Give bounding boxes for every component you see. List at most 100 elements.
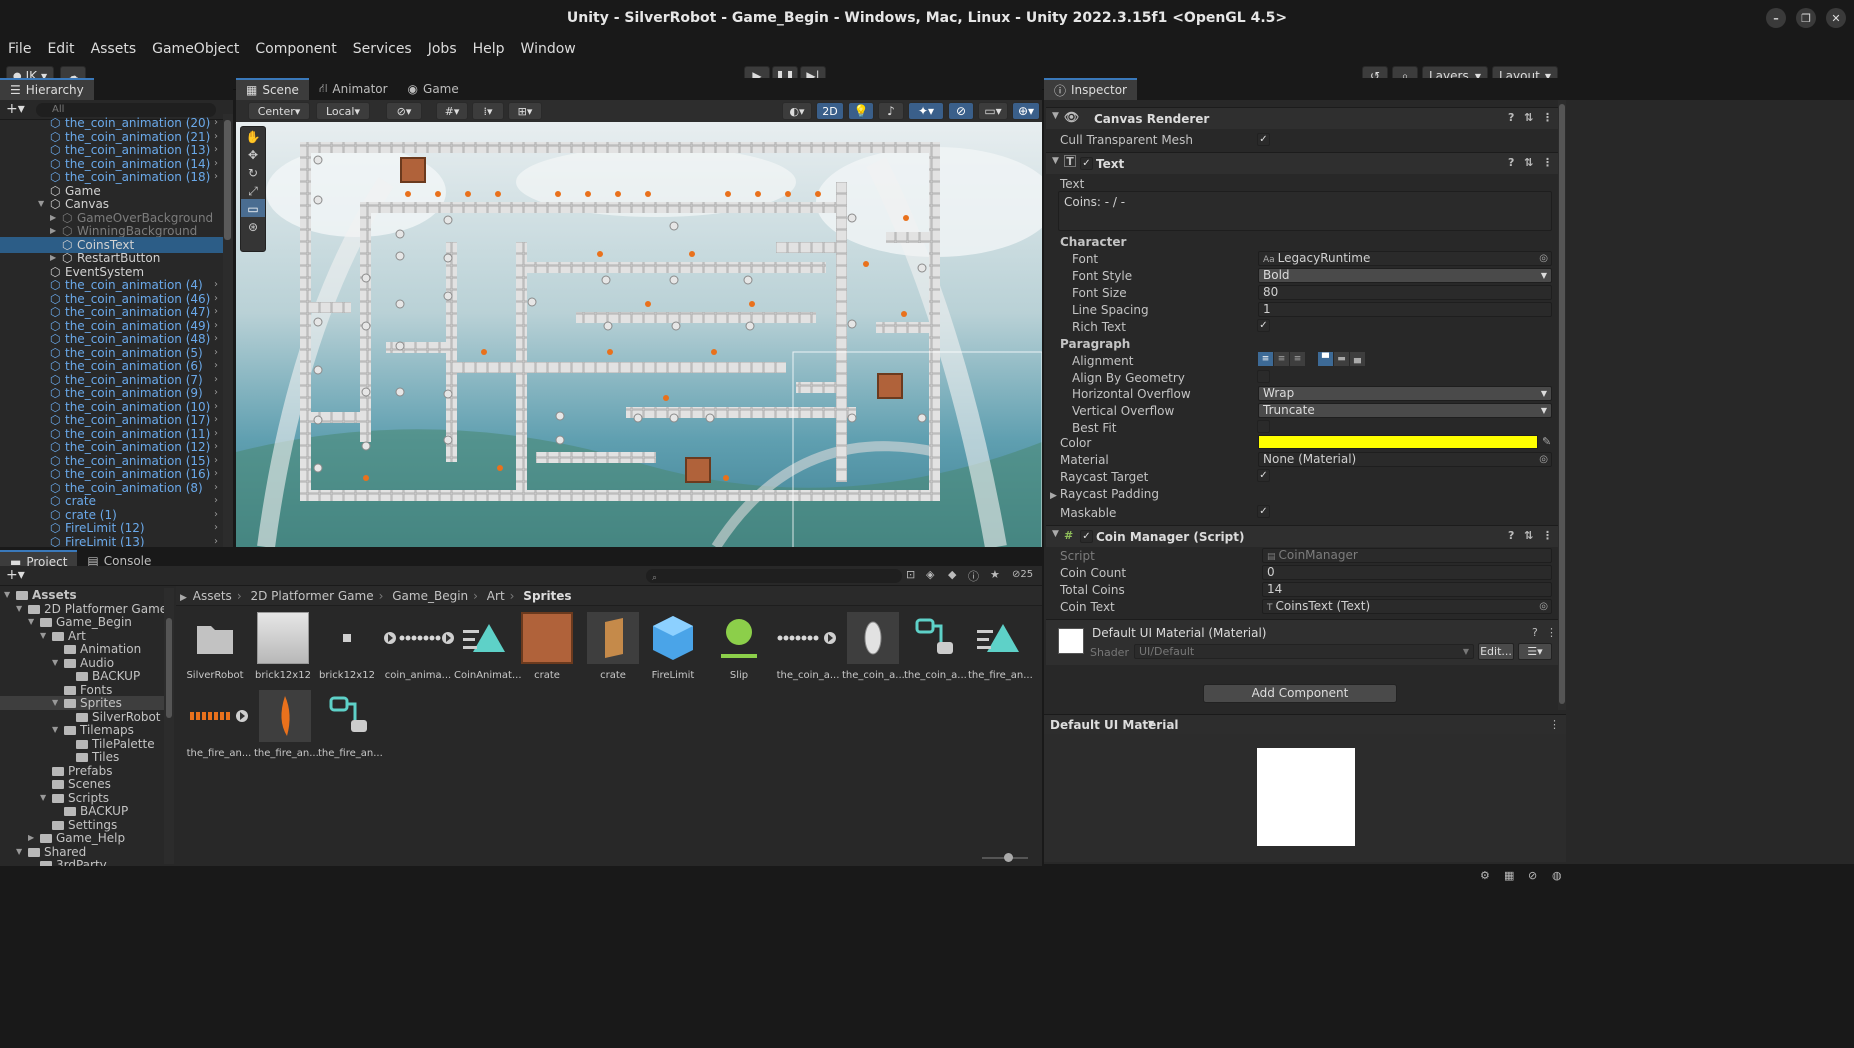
align-right-icon[interactable]: ≡ [1290,352,1305,366]
project-folder-row[interactable]: ▼ Scripts [0,791,164,805]
project-folder-row[interactable]: TilePalette [0,737,164,751]
chevron-down-icon[interactable]: ▼ [16,845,22,859]
menu-file[interactable]: File [8,41,31,57]
font-size-input[interactable]: 80 [1258,285,1552,300]
project-folder-row[interactable]: BACKUP [0,804,164,818]
align-left-icon[interactable]: ≡ [1258,352,1273,366]
raycast-target-checkbox[interactable]: ✓ [1257,469,1270,482]
project-folder-row[interactable]: ▼ Tilemaps [0,723,164,737]
zoom-slider-thumb[interactable] [1004,853,1013,862]
effects-icon[interactable]: ✦▾ [908,102,944,120]
breadcrumb-2d-platformer[interactable]: 2D Platformer Game [250,589,373,603]
chevron-down-icon[interactable]: ▼ [52,656,58,670]
project-folder-row[interactable]: BACKUP [0,669,164,683]
project-folder-row[interactable]: Tiles [0,750,164,764]
search-by-type-icon[interactable]: ⊡ [906,568,915,581]
align-middle-icon[interactable]: ▬ [1334,352,1349,366]
project-folder-row[interactable]: ▼ Sprites [0,696,164,710]
asset-item[interactable]: the_coin_a... [904,612,967,681]
hand-tool-icon[interactable]: ✋ [241,127,265,145]
preset-icon[interactable]: ⇅ [1524,156,1533,169]
more-icon[interactable]: ⋮ [1549,718,1560,731]
grid-snap-icon[interactable]: #▾ [436,102,468,120]
maximize-button[interactable]: ❐ [1796,8,1816,28]
asset-item[interactable]: brick12x12 [316,612,378,681]
asset-item[interactable]: coin_anima... [382,612,454,681]
object-picker-icon[interactable]: ◎ [1539,600,1548,613]
asset-item[interactable]: crate [516,612,578,681]
raycast-padding-foldout[interactable]: ▶ Raycast Padding [1050,487,1159,501]
project-folder-row[interactable]: 3rdParty [0,858,164,866]
label-icon[interactable]: ◆ [948,568,956,581]
tab-game[interactable]: ◉ Game [398,78,469,100]
breadcrumb-art[interactable]: Art [487,589,505,603]
align-bottom-icon[interactable]: ▄ [1350,352,1365,366]
breadcrumb-sprites[interactable]: Sprites [523,589,571,603]
transform-tool-icon[interactable]: ⊛ [241,217,265,235]
asset-item[interactable]: the_coin_a... [772,612,844,681]
chevron-down-icon[interactable]: ▼ [4,588,10,602]
object-picker-icon[interactable]: ◎ [1539,252,1548,265]
project-folder-row[interactable]: ▼ Audio [0,656,164,670]
move-tool-icon[interactable]: ✥ [241,145,265,163]
edit-shader-button[interactable]: Edit... [1478,643,1514,660]
pivot-dropdown[interactable]: Center ▾ [248,102,310,120]
rich-text-checkbox[interactable]: ✓ [1257,319,1270,332]
snap-icon[interactable]: ⊘▾ [386,102,422,120]
project-folder-row[interactable]: Animation [0,642,164,656]
space-dropdown[interactable]: Local ▾ [316,102,370,120]
more-icon[interactable]: ⋮ [1542,529,1553,542]
font-field[interactable]: Aa LegacyRuntime ◎ [1258,251,1552,266]
project-folder-row[interactable]: ▼ 2D Platformer Game [0,602,167,616]
color-swatch[interactable] [1258,435,1538,449]
chevron-down-icon[interactable]: ▼ [40,629,46,643]
preset-icon[interactable]: ⇅ [1524,111,1533,124]
preview-header[interactable]: Default UI Material ▼ ⋮ [1044,714,1566,734]
project-folder-row[interactable]: Fonts [0,683,164,697]
project-folder-row[interactable]: ▶ Game_Help [0,831,164,845]
menu-assets[interactable]: Assets [91,41,137,57]
lighting-icon[interactable]: 💡 [848,102,874,120]
hidden-packages-icon[interactable]: ⊘25 [1012,569,1033,580]
project-folder-row[interactable]: Scenes [0,777,164,791]
ruler-icon[interactable]: ⊞▾ [508,102,542,120]
search-by-label-icon[interactable]: ◈ [926,568,934,581]
asset-item[interactable]: CoinAnimat... [454,612,522,681]
shader-dropdown[interactable]: UI/Default ▼ [1134,644,1474,659]
more-icon[interactable]: ⋮ [1542,156,1553,169]
gizmos-icon[interactable]: ⊕▾ [1012,102,1040,120]
breadcrumb-game-begin[interactable]: Game_Begin [392,589,468,603]
maskable-checkbox[interactable]: ✓ [1257,505,1270,518]
audio-icon[interactable]: ♪ [878,102,904,120]
text-field-input[interactable]: Coins: - / - [1058,191,1552,231]
progress-icon[interactable]: ◍ [1552,869,1562,882]
align-by-geometry-checkbox[interactable] [1257,370,1270,383]
chevron-down-icon[interactable]: ▼ [52,723,58,737]
asset-item[interactable]: brick12x12 [252,612,314,681]
text-enabled-checkbox[interactable]: ✓ [1080,157,1093,170]
minimize-button[interactable]: – [1766,8,1786,28]
horizontal-overflow-dropdown[interactable]: Wrap ▼ [1258,386,1552,401]
chevron-down-icon[interactable]: ▼ [52,696,58,710]
coin-count-input[interactable]: 0 [1262,565,1552,580]
scene-viewport[interactable]: ✋ ✥ ↻ ⤢ ▭ ⊛ [236,122,1042,547]
tab-animator[interactable]: ⛙ Animator [309,78,398,100]
project-folder-row[interactable]: SilverRobot [0,710,164,724]
best-fit-checkbox[interactable] [1257,420,1270,433]
breadcrumb-assets[interactable]: Assets [193,589,232,603]
visibility-icon[interactable]: ⊘ [948,102,974,120]
project-search-input[interactable]: ⌕ [646,569,902,583]
project-folder-row[interactable]: ▼ Shared [0,845,164,859]
asset-item[interactable]: the_fire_an... [318,690,383,759]
memory-icon[interactable]: ▦ [1504,869,1514,882]
help-icon[interactable]: ? [1508,156,1514,169]
more-icon[interactable]: ⋮ [1546,626,1557,639]
text-component-header[interactable]: ▼ T ✓ Text ? ⇅ ⋮ [1046,152,1558,174]
project-folder-row[interactable]: ▼ Assets [0,588,164,602]
asset-item[interactable]: SilverRobot [184,612,246,681]
info-icon[interactable]: ⓘ [968,568,979,584]
font-style-dropdown[interactable]: Bold ▼ [1258,268,1552,283]
cull-transparent-checkbox[interactable]: ✓ [1257,133,1270,146]
material-field[interactable]: None (Material) ◎ [1258,452,1552,467]
eyedropper-icon[interactable]: ✎ [1542,435,1551,448]
